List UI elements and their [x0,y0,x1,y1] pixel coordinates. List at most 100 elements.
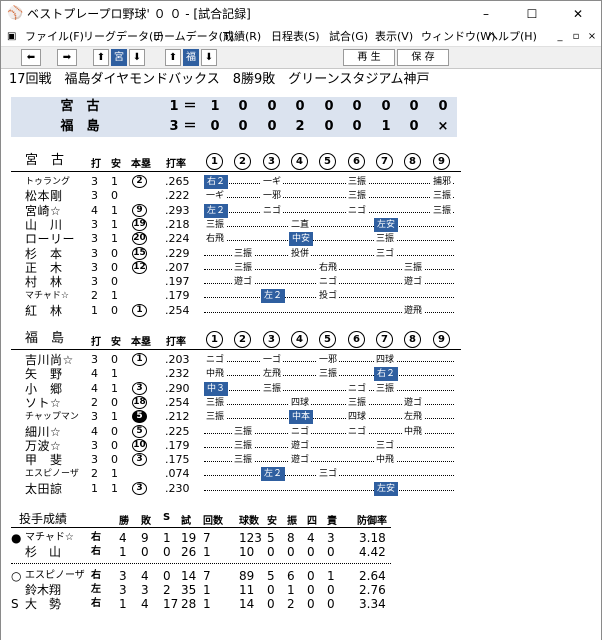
prev-arrow-button[interactable]: ⬅ [21,49,41,66]
team1-label: 宮 [111,49,127,66]
batter-avg: .254 [165,395,190,409]
batter-avg: .197 [165,275,190,289]
batter-avg: .222 [165,189,190,203]
close-button[interactable]: ✕ [555,1,601,27]
score-team-name: 福 島 [60,119,100,134]
header-hr: 本塁 [131,159,151,170]
batter-ab: 2 [91,467,98,481]
batter-avg: .207 [165,260,190,274]
menu-window[interactable]: ウィンドウ(W) [421,29,495,45]
score-inning-cell: 0 [324,99,334,114]
maximize-button[interactable]: ☐ [509,1,555,27]
inning-header-7: 7 [376,331,393,348]
menu-record[interactable]: 成績(R) [223,29,261,45]
score-inning-cell: 0 [438,99,448,114]
inning-header-9: 9 [433,331,450,348]
menu-view[interactable]: 表示(V) [375,29,413,45]
batter-ab: 4 [91,381,98,395]
batter-name: 細川☆ [25,424,62,439]
scoreboard: 宮 古 1 ＝ 1 0 0 0 0 0 0 0 0 福 島 3 ＝ 0 0 0 … [11,97,457,137]
pitcher-stat: 2 [163,583,171,597]
batter-hr: 9 [132,203,147,217]
team2-down-button[interactable]: ⬇ [201,49,217,66]
pitcher-stat: 1 [203,545,211,559]
pitcher-result-mark: ● [11,531,22,545]
play-guide-line [204,477,454,491]
pitcher-row[interactable]: ● マチャド☆ 右 4 9 1 19 7 123 5 8 4 3 3.18 [1,531,601,545]
pitcher-row[interactable]: 鈴木翔左 3 3 2 35 1 11 0 1 0 0 2.76 [1,583,601,597]
pitcher-hand: 右 [91,598,101,609]
play-button[interactable]: 再 生 [343,49,395,66]
batter-hits: 1 [111,289,118,303]
pitcher-row[interactable]: 杉 山右 1 0 0 26 1 10 0 0 0 0 4.42 [1,545,601,559]
batter-ab: 3 [91,275,98,289]
menu-game[interactable]: 試合(G) [329,29,368,45]
batter-ab: 3 [91,453,98,467]
inning-header-7: 7 [376,153,393,170]
pitcher-stat: 7 [203,531,211,545]
pitcher-stat: 1 [163,531,171,545]
menu-file[interactable]: ファイル(F) [25,29,84,45]
score-row-home: 福 島 3 ＝ 0 0 0 2 0 0 1 0 × [11,117,457,137]
pitcher-result-mark: S [11,597,19,611]
menu-schedule[interactable]: 日程表(S) [271,29,320,45]
batter-name: 松本剛 [25,189,63,204]
batter-name: 小 郷 [25,381,63,396]
pitcher-stat: 1 [327,569,335,583]
pitcher-name: 杉 山 [25,545,62,559]
header-avg: 打率 [166,337,186,348]
mdi-doc-icon[interactable]: ▣ [7,29,16,45]
pitching-header: 球数 [239,516,259,527]
mdi-close-button[interactable]: × [585,29,599,45]
save-button[interactable]: 保 存 [397,49,449,66]
batter-hits: 0 [111,246,118,260]
game-title: 17回戦 福島ダイヤモンドバックス 8勝9敗 グリーンスタジアム神戸 [9,72,430,87]
batter-ab: 3 [91,438,98,452]
pitcher-stat: 0 [307,569,315,583]
batter-hits: 0 [111,438,118,452]
menu-team[interactable]: チームデータ(T) [153,29,234,45]
batter-name: 紅 林 [25,303,63,318]
batter-hr: 5 [132,424,147,438]
pitcher-stat: 3 [119,583,127,597]
batter-hits: 0 [111,189,118,203]
pitcher-stat: 6 [287,569,295,583]
batter-row[interactable]: 紅 林 1 0 1 .254 遊飛 [1,303,601,318]
pitcher-stat: 0 [267,545,275,559]
score-inning-cell: 1 [381,119,391,134]
score-row-away: 宮 古 1 ＝ 1 0 0 0 0 0 0 0 0 [11,97,457,117]
pitcher-stat: 5 [267,531,275,545]
minimize-button[interactable]: – [463,1,509,27]
title-bar: ⚾ ベストプレープロ野球' ０ ０ - [試合記録] – ☐ ✕ [1,1,601,27]
menu-help[interactable]: ヘルプ(H) [487,29,537,45]
inning-header-3: 3 [263,331,280,348]
team2-up-button[interactable]: ⬆ [165,49,181,66]
pitcher-stat: 3.34 [359,597,386,611]
play-cell: 遊飛 [402,303,424,318]
pitcher-stat: 9 [141,531,149,545]
batter-name: マチャド☆ [25,291,69,302]
pitcher-stat: 7 [203,569,211,583]
batter-name: トゥラング [25,177,71,187]
team1-down-button[interactable]: ⬇ [129,49,145,66]
team1-up-button[interactable]: ⬆ [93,49,109,66]
batter-avg: .224 [165,232,190,246]
batter-hits: 1 [111,203,118,217]
batter-hr: 3 [132,381,147,395]
mdi-restore-button[interactable]: ▫ [569,29,583,45]
batter-hr: 1 [132,303,147,317]
next-arrow-button[interactable]: ➡ [57,49,77,66]
pitcher-stat: 0 [163,569,171,583]
mdi-minimize-button[interactable]: _ [553,29,567,45]
batter-hr: 15 [132,246,147,260]
menu-league[interactable]: リーグデータ(L) [83,29,164,45]
batter-hr: 10 [132,438,147,452]
pitcher-row[interactable]: S大 勢右 1 4 17 28 1 14 0 2 0 0 3.34 [1,597,601,611]
pitching-title: 投手成績 [19,512,68,526]
pitcher-stat: 0 [141,545,149,559]
batter-hr: 3 [132,453,147,467]
batter-ab: 3 [91,189,98,203]
batter-name: ソト☆ [25,395,62,410]
pitcher-row[interactable]: ○ エスピノーザ右 3 4 0 14 7 89 5 6 0 1 2.64 [1,569,601,583]
batter-row[interactable]: 太田諒 1 1 3.230 左安 [1,481,601,496]
